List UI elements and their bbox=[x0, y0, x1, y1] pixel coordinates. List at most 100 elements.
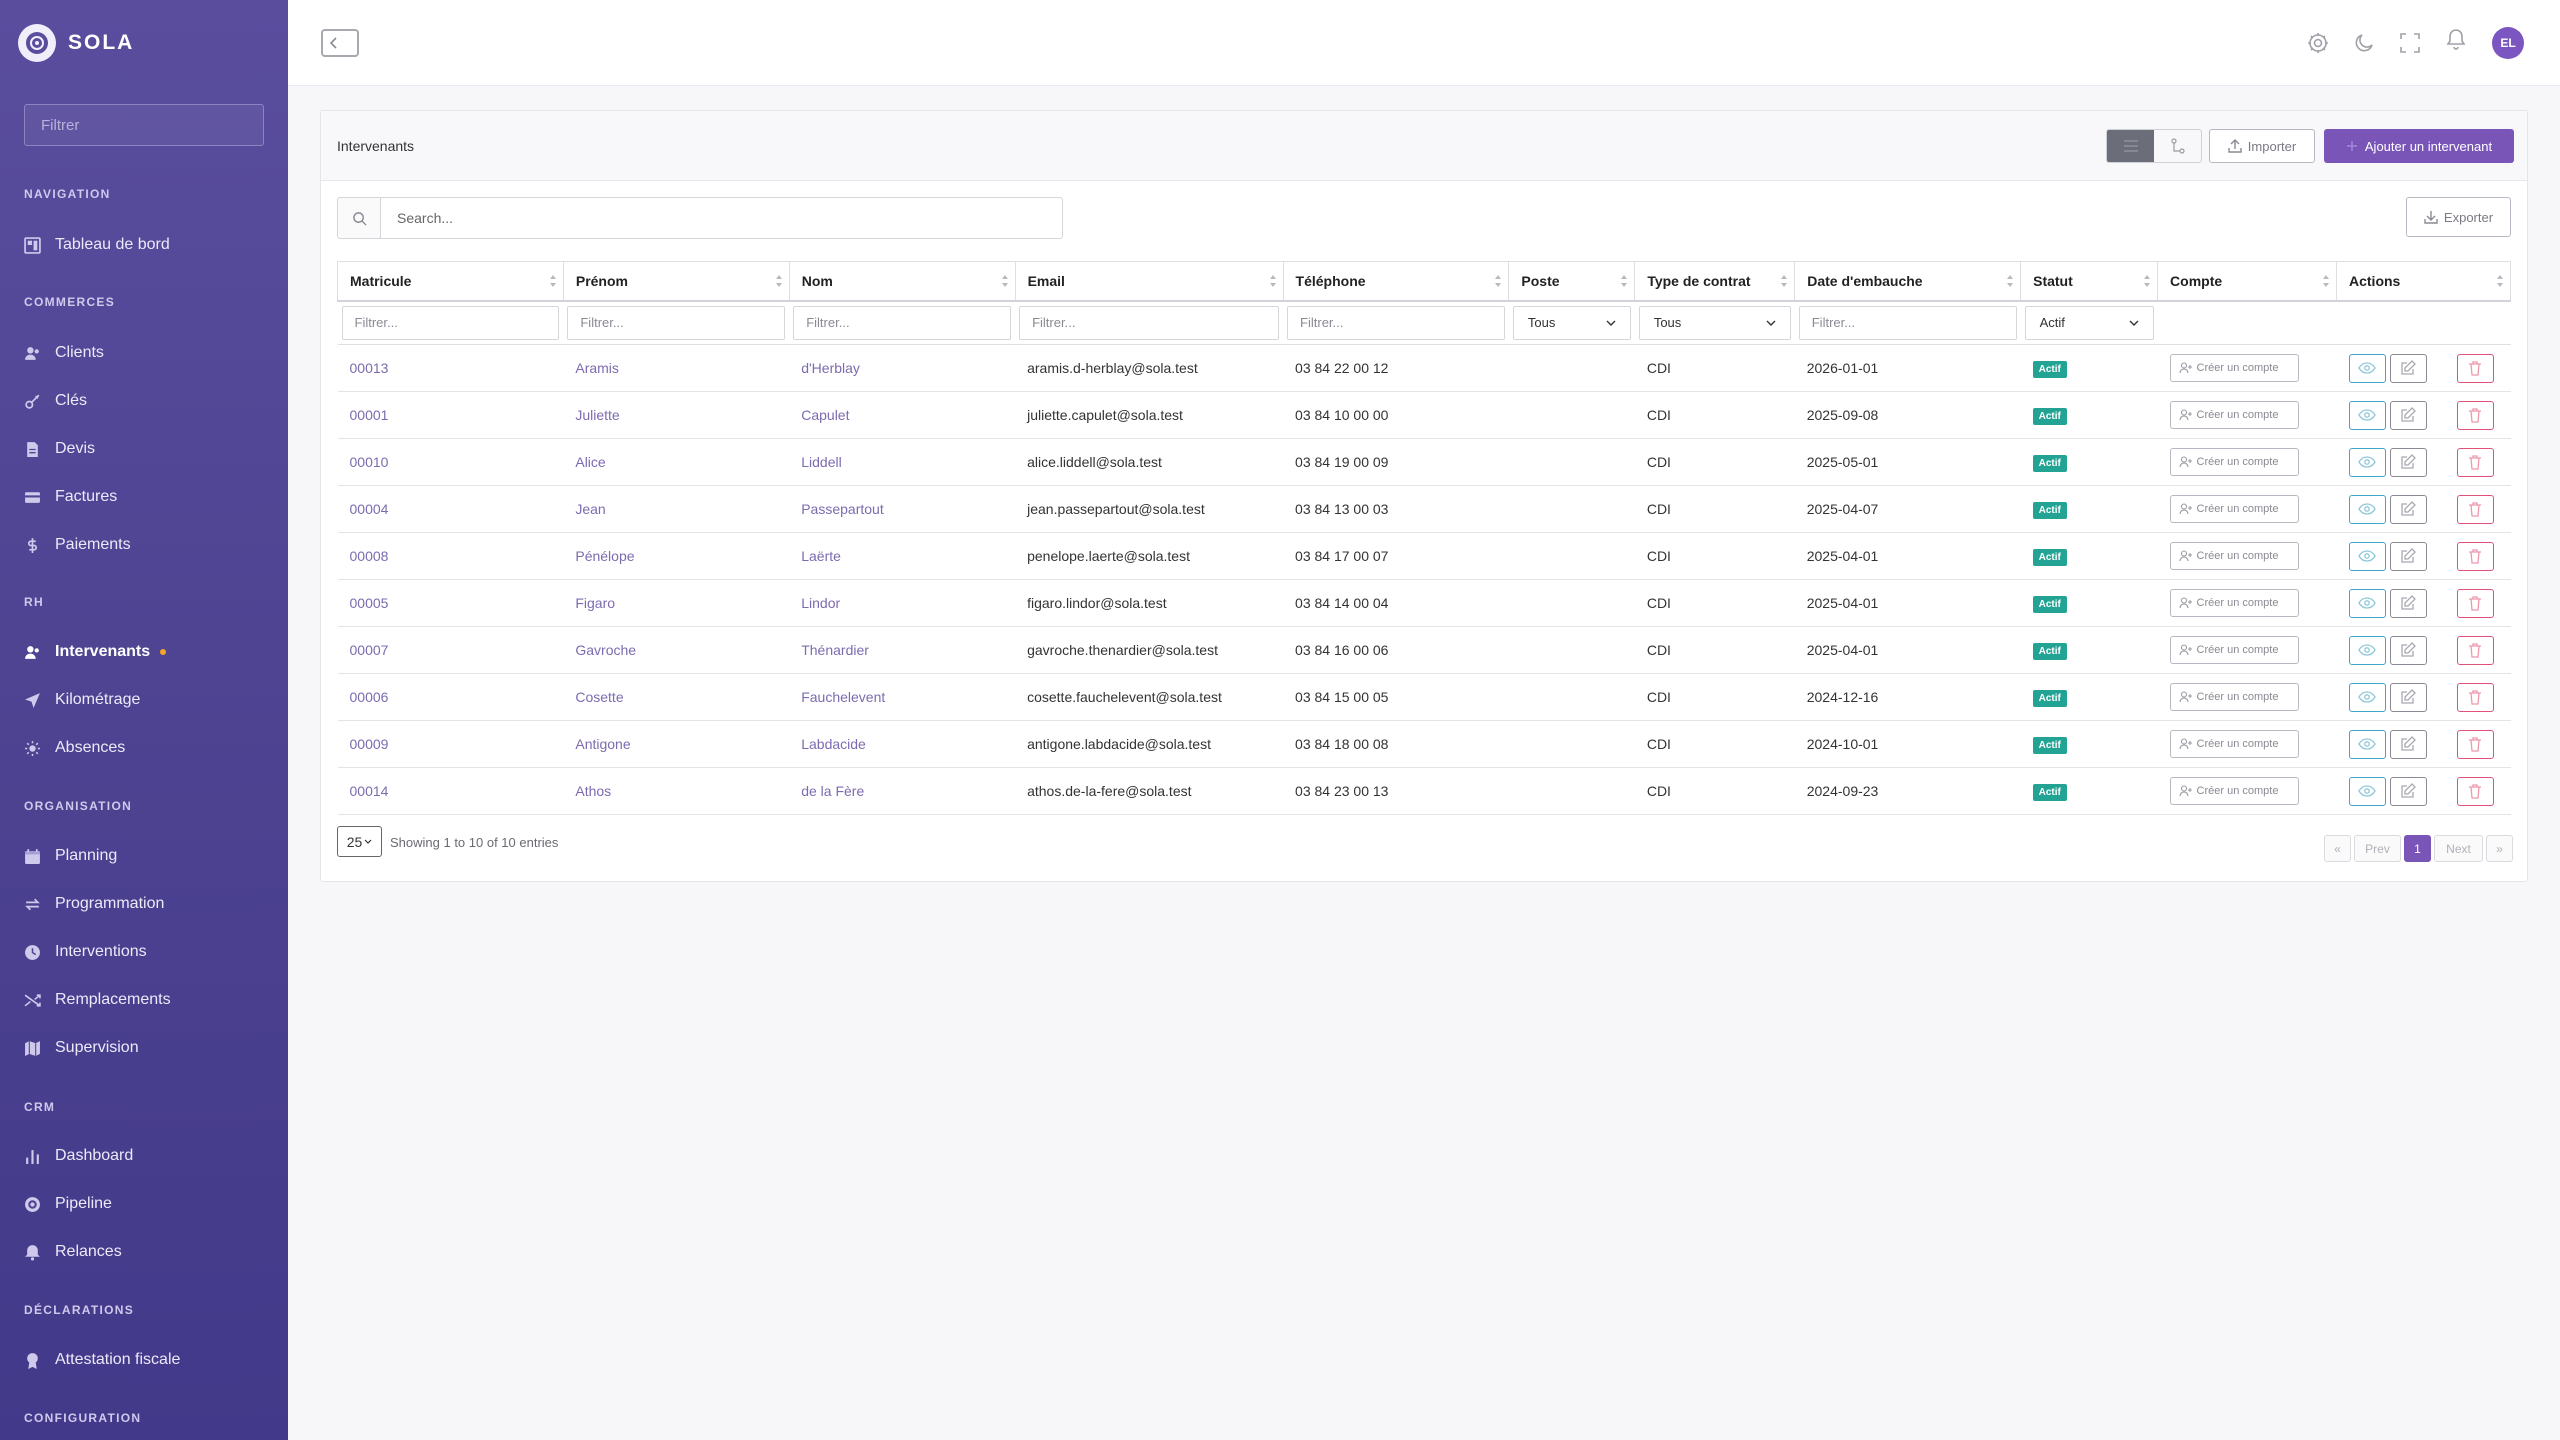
create-account-button[interactable]: Créer un compte bbox=[2169, 589, 2299, 617]
column-header[interactable]: Actions bbox=[2336, 261, 2511, 302]
sidebar-item-kilometrage[interactable]: Kilométrage bbox=[24, 685, 274, 715]
filter-date-embauche[interactable] bbox=[1798, 305, 2017, 340]
sidebar-item-programmation[interactable]: Programmation bbox=[24, 889, 274, 919]
view-button[interactable] bbox=[2348, 400, 2386, 430]
edit-button[interactable] bbox=[2389, 682, 2427, 712]
view-button[interactable] bbox=[2348, 541, 2386, 571]
column-header[interactable]: Email bbox=[1014, 261, 1284, 302]
create-account-button[interactable]: Créer un compte bbox=[2169, 683, 2299, 711]
column-header[interactable]: Matricule bbox=[337, 261, 564, 302]
filter-statut-select[interactable]: Actif bbox=[2024, 305, 2154, 340]
create-account-button[interactable]: Créer un compte bbox=[2169, 730, 2299, 758]
view-button[interactable] bbox=[2348, 729, 2386, 759]
edit-button[interactable] bbox=[2389, 447, 2427, 477]
nom-link[interactable]: Liddell bbox=[801, 454, 841, 470]
sidebar-item-cles[interactable]: Clés bbox=[24, 386, 274, 416]
matricule-link[interactable]: 00004 bbox=[350, 501, 389, 517]
delete-button[interactable] bbox=[2456, 682, 2494, 712]
column-header[interactable]: Type de contrat bbox=[1634, 261, 1796, 302]
table-row[interactable]: 00001 Juliette Capulet juliette.capulet@sol… bbox=[337, 391, 2511, 439]
nom-link[interactable]: de la Fère bbox=[801, 783, 864, 799]
create-account-button[interactable]: Créer un compte bbox=[2169, 636, 2299, 664]
create-account-button[interactable]: Créer un compte bbox=[2169, 448, 2299, 476]
prenom-link[interactable]: Pénélope bbox=[575, 548, 634, 564]
sidebar-item-devis[interactable]: Devis bbox=[24, 434, 274, 464]
filter-email[interactable] bbox=[1019, 305, 1280, 340]
delete-button[interactable] bbox=[2456, 353, 2494, 383]
add-intervenant-button[interactable]: Ajouter un intervenant bbox=[2324, 129, 2514, 163]
table-row[interactable]: 00010 Alice Liddell alice.liddell@sola.test… bbox=[337, 438, 2511, 486]
nom-link[interactable]: Passepartout bbox=[801, 501, 884, 517]
edit-button[interactable] bbox=[2389, 635, 2427, 665]
edit-button[interactable] bbox=[2389, 541, 2427, 571]
matricule-link[interactable]: 00009 bbox=[350, 736, 389, 752]
edit-button[interactable] bbox=[2389, 729, 2427, 759]
sidebar-item-pipeline[interactable]: Pipeline bbox=[24, 1189, 274, 1219]
filter-nom[interactable] bbox=[793, 305, 1012, 340]
table-row[interactable]: 00004 Jean Passepartout jean.passepartout@s… bbox=[337, 485, 2511, 533]
prev-page-button[interactable]: Prev bbox=[2354, 835, 2401, 862]
sidebar-item-supervision[interactable]: Supervision bbox=[24, 1033, 274, 1063]
prenom-link[interactable]: Antigone bbox=[575, 736, 630, 752]
sidebar-item-absences[interactable]: Absences bbox=[24, 733, 274, 763]
prenom-link[interactable]: Alice bbox=[575, 454, 605, 470]
view-button[interactable] bbox=[2348, 494, 2386, 524]
matricule-link[interactable]: 00010 bbox=[350, 454, 389, 470]
prenom-link[interactable]: Cosette bbox=[575, 689, 623, 705]
delete-button[interactable] bbox=[2456, 400, 2494, 430]
filter-prenom[interactable] bbox=[567, 305, 786, 340]
filter-contrat-select[interactable]: Tous bbox=[1638, 305, 1791, 340]
filter-matricule[interactable] bbox=[341, 305, 560, 340]
delete-button[interactable] bbox=[2456, 729, 2494, 759]
bell-icon[interactable] bbox=[2444, 27, 2468, 51]
matricule-link[interactable]: 00013 bbox=[350, 360, 389, 376]
edit-button[interactable] bbox=[2389, 494, 2427, 524]
column-header[interactable]: Poste bbox=[1508, 261, 1636, 302]
page-1-button[interactable]: 1 bbox=[2404, 835, 2431, 862]
nom-link[interactable]: Labdacide bbox=[801, 736, 866, 752]
nom-link[interactable]: Lindor bbox=[801, 595, 840, 611]
sidebar-item-interventions[interactable]: Interventions bbox=[24, 937, 274, 967]
delete-button[interactable] bbox=[2456, 494, 2494, 524]
nom-link[interactable]: Capulet bbox=[801, 407, 849, 423]
export-button[interactable]: Exporter bbox=[2406, 197, 2511, 237]
prenom-link[interactable]: Athos bbox=[575, 783, 611, 799]
view-button[interactable] bbox=[2348, 635, 2386, 665]
view-button[interactable] bbox=[2348, 588, 2386, 618]
edit-button[interactable] bbox=[2389, 400, 2427, 430]
edit-button[interactable] bbox=[2389, 353, 2427, 383]
sidebar-item-factures[interactable]: Factures bbox=[24, 482, 274, 512]
sidebar-toggle-button[interactable] bbox=[321, 29, 359, 57]
sidebar-filter-input[interactable] bbox=[24, 104, 264, 146]
delete-button[interactable] bbox=[2456, 588, 2494, 618]
next-page-button[interactable]: Next bbox=[2434, 835, 2483, 862]
column-header[interactable]: Téléphone bbox=[1282, 261, 1510, 302]
sidebar-item-remplacements[interactable]: Remplacements bbox=[24, 985, 274, 1015]
edit-button[interactable] bbox=[2389, 776, 2427, 806]
sidebar-item-relances[interactable]: Relances bbox=[24, 1237, 274, 1267]
matricule-link[interactable]: 00006 bbox=[350, 689, 389, 705]
import-button[interactable]: Importer bbox=[2209, 129, 2315, 163]
delete-button[interactable] bbox=[2456, 447, 2494, 477]
delete-button[interactable] bbox=[2456, 776, 2494, 806]
view-button[interactable] bbox=[2348, 447, 2386, 477]
column-header[interactable]: Statut bbox=[2020, 261, 2159, 302]
prenom-link[interactable]: Aramis bbox=[575, 360, 619, 376]
view-button[interactable] bbox=[2348, 682, 2386, 712]
page-length-select[interactable]: 25 bbox=[337, 826, 382, 857]
filter-telephone[interactable] bbox=[1287, 305, 1505, 340]
column-header[interactable]: Compte bbox=[2157, 261, 2337, 302]
list-view-button[interactable] bbox=[2107, 130, 2154, 162]
table-row[interactable]: 00008 Pénélope Laërte penelope.laerte@sola.… bbox=[337, 532, 2511, 580]
sidebar-item-intervenants[interactable]: Intervenants bbox=[24, 637, 274, 667]
brand[interactable]: SOLA bbox=[18, 24, 134, 62]
last-page-button[interactable]: » bbox=[2486, 835, 2513, 862]
matricule-link[interactable]: 00008 bbox=[350, 548, 389, 564]
settings-icon[interactable] bbox=[2306, 31, 2330, 55]
nom-link[interactable]: Thénardier bbox=[801, 642, 869, 658]
matricule-link[interactable]: 00005 bbox=[350, 595, 389, 611]
table-row[interactable]: 00006 Cosette Fauchelevent cosette.fauchele… bbox=[337, 673, 2511, 721]
table-row[interactable]: 00013 Aramis d'Herblay aramis.d-herblay@sol… bbox=[337, 344, 2511, 392]
tree-view-button[interactable] bbox=[2154, 130, 2201, 162]
prenom-link[interactable]: Gavroche bbox=[575, 642, 636, 658]
